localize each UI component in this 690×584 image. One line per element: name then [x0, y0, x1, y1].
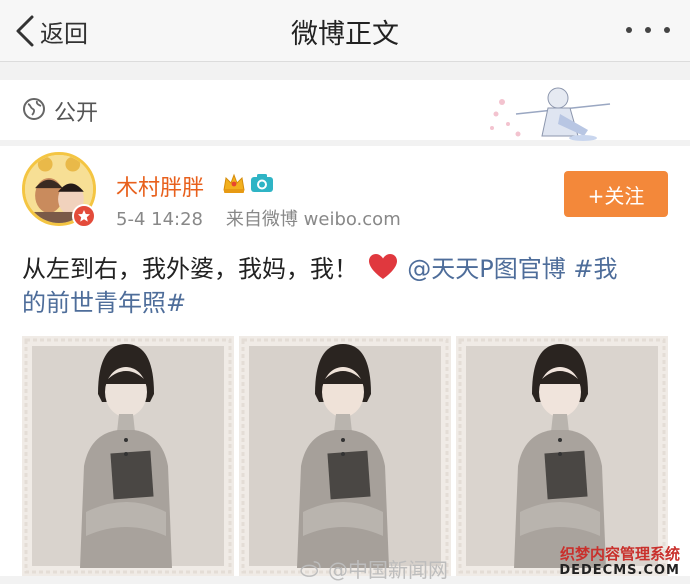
page-title: 微博正文: [291, 19, 399, 50]
globe-icon: [23, 98, 45, 120]
weibo-watermark-text: @中国新闻网: [328, 558, 448, 582]
visibility-label: 公开: [54, 101, 99, 126]
cms-watermark-line2: DEDECMS.COM: [559, 563, 680, 578]
back-label: 返回: [40, 19, 88, 48]
follow-button[interactable]: +关注: [564, 171, 668, 217]
back-button[interactable]: 返回: [14, 12, 88, 50]
photo-3[interactable]: [456, 336, 668, 576]
visibility-bar: 公开: [0, 80, 690, 141]
photo-grid: [22, 336, 668, 576]
post-meta: 5-4 14:28 来自微博 weibo.com: [116, 205, 401, 231]
crown-icon: [223, 173, 245, 193]
post-source: 来自微博 weibo.com: [225, 209, 401, 230]
anime-decoration-image: [490, 87, 611, 141]
cms-watermark-line1: 织梦内容管理系统: [559, 545, 680, 563]
post-time: 5-4 14:28: [116, 209, 203, 230]
username[interactable]: 木村胖胖: [116, 170, 204, 202]
post-card: 木村胖胖 5-4 14:28 来自微博 weibo.com +关注 从左到右，我…: [0, 146, 690, 576]
photo-1[interactable]: [22, 336, 234, 576]
heart-icon: [368, 254, 397, 279]
weibo-watermark: @中国新闻网: [300, 554, 448, 583]
camera-icon: [251, 174, 273, 192]
photo-2[interactable]: [239, 336, 451, 576]
mention-link[interactable]: @天天P图官博: [407, 255, 565, 283]
verified-badge-icon: [72, 204, 96, 228]
post-text: 从左到右，我外婆，我妈，我！ @天天P图官博 #我 的前世青年照#: [22, 252, 672, 320]
hashtag-link[interactable]: #我: [573, 255, 617, 283]
chevron-left-icon: [16, 15, 34, 47]
nav-bar: 返回 微博正文: [0, 0, 690, 62]
post-text-body: 从左到右，我外婆，我妈，我！: [22, 255, 358, 283]
more-dots-icon[interactable]: [626, 18, 670, 42]
hashtag-link-cont[interactable]: 的前世青年照#: [22, 289, 186, 317]
weibo-logo-icon: [300, 560, 321, 577]
cms-watermark: 织梦内容管理系统 DEDECMS.COM: [559, 546, 680, 579]
